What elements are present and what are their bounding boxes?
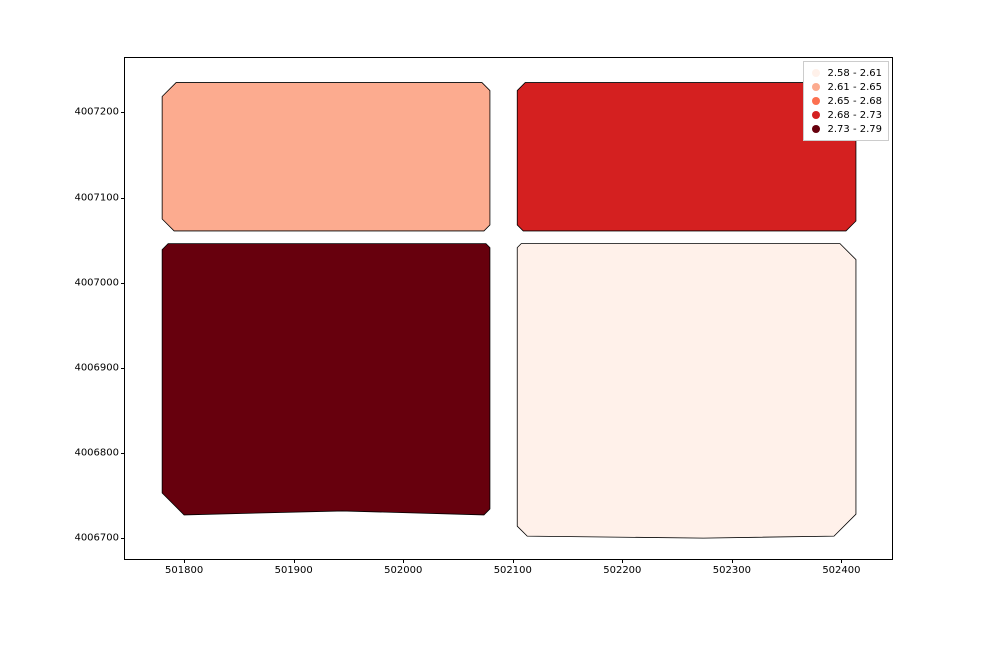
y-tick-label: 4007200 (74, 107, 119, 118)
x-tick-label: 502100 (494, 565, 532, 576)
legend-label: 2.73 - 2.79 (828, 124, 883, 135)
y-tick-label: 4006800 (74, 447, 119, 458)
x-tick (622, 559, 623, 563)
legend-entry: 2.58 - 2.61 (808, 66, 883, 80)
legend-entry: 2.65 - 2.68 (808, 94, 883, 108)
x-tick (403, 559, 404, 563)
x-tick (732, 559, 733, 563)
y-tick (121, 198, 125, 199)
y-tick (121, 453, 125, 454)
x-tick-label: 501800 (165, 565, 203, 576)
x-tick-label: 502400 (822, 565, 860, 576)
legend-entry: 2.61 - 2.65 (808, 80, 883, 94)
y-tick-label: 4007100 (74, 192, 119, 203)
polygon-bottom-right (517, 244, 856, 538)
x-tick-label: 501900 (275, 565, 313, 576)
polygon-bottom-left (162, 244, 490, 515)
legend-marker (808, 97, 824, 105)
y-tick-label: 4006900 (74, 362, 119, 373)
legend-marker (808, 111, 824, 119)
x-tick (184, 559, 185, 563)
legend-marker (808, 69, 824, 77)
x-tick-label: 502200 (603, 565, 641, 576)
x-tick (841, 559, 842, 563)
y-tick-label: 4006700 (74, 533, 119, 544)
y-tick (121, 538, 125, 539)
legend-label: 2.61 - 2.65 (828, 82, 883, 93)
y-tick (121, 112, 125, 113)
legend-label: 2.65 - 2.68 (828, 96, 883, 107)
legend-label: 2.68 - 2.73 (828, 110, 883, 121)
x-tick-label: 502300 (713, 565, 751, 576)
x-tick (294, 559, 295, 563)
choropleth-layer (125, 58, 892, 559)
x-tick (513, 559, 514, 563)
polygon-top-left (162, 83, 490, 231)
legend-entry: 2.73 - 2.79 (808, 122, 883, 136)
y-tick (121, 283, 125, 284)
legend-entry: 2.68 - 2.73 (808, 108, 883, 122)
legend-label: 2.58 - 2.61 (828, 68, 883, 79)
figure: 501800 501900 502000 502100 502200 502300 5024… (0, 0, 992, 652)
y-tick-label: 4007000 (74, 277, 119, 288)
x-tick-label: 502000 (384, 565, 422, 576)
legend: 2.58 - 2.61 2.61 - 2.65 2.65 - 2.68 2.68 - … (803, 61, 890, 141)
y-tick (121, 368, 125, 369)
legend-marker (808, 83, 824, 91)
legend-marker (808, 125, 824, 133)
plot-axes: 5018005019005020005021005022005023005024… (124, 57, 893, 560)
